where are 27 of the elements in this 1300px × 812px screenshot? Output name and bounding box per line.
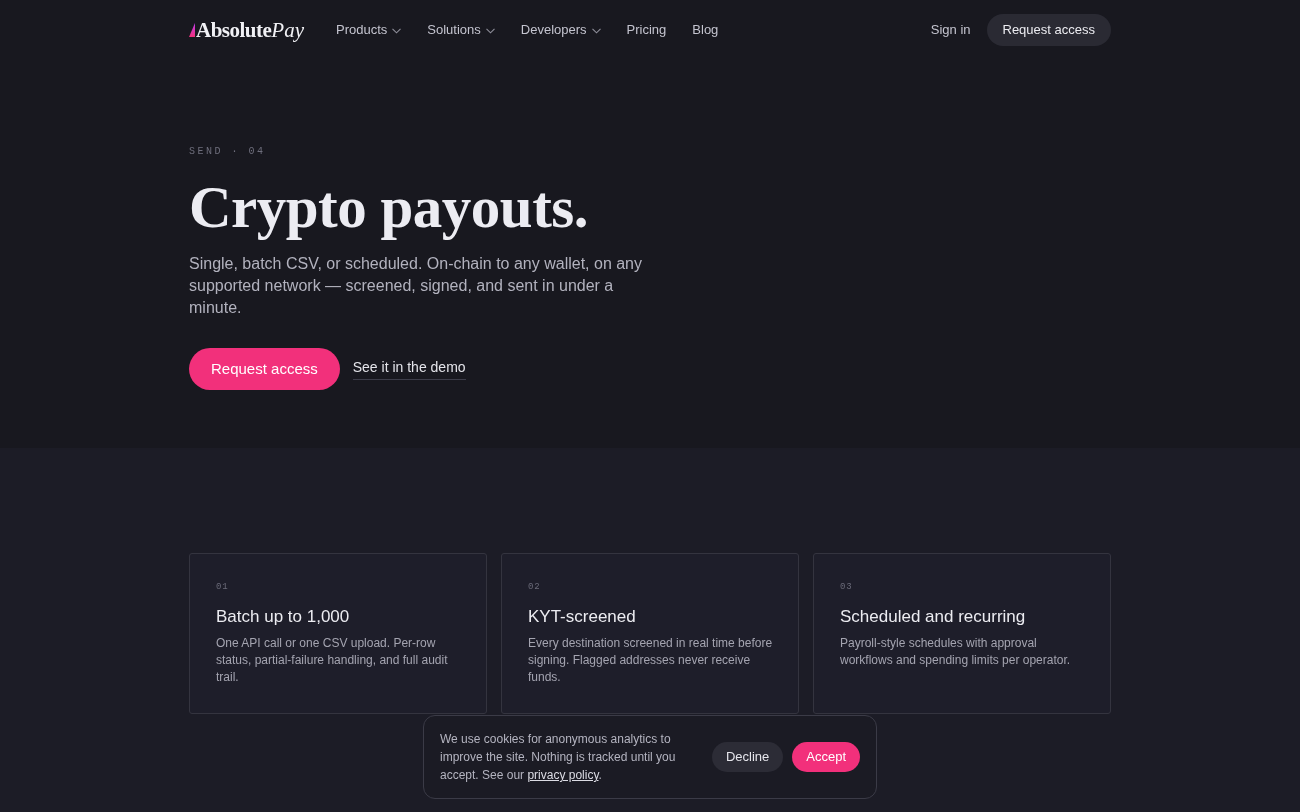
hero-description: Single, batch CSV, or scheduled. On-chain to any wallet, on any supported network — screened, signed, and sent in under a minute.: [189, 254, 643, 318]
cookie-notice: We use cookies for anonymous analytics to improve the site. Nothing is tracked until you accept. See our privacy policy.: [440, 731, 677, 784]
nav-link[interactable]: Developers: [520, 20, 601, 40]
request-access-button[interactable]: Request access: [189, 348, 340, 390]
nav-link[interactable]: Solutions: [427, 20, 495, 40]
card-number: 01: [216, 581, 229, 593]
card-title: Batch up to 1,000: [216, 606, 350, 628]
privacy-policy-link[interactable]: privacy policy: [527, 768, 599, 782]
card-description: Every destination screened in real time before signing. Flagged addresses never receive funds.: [528, 635, 774, 686]
card-number: 03: [840, 581, 853, 593]
decline-button[interactable]: Decline: [711, 742, 784, 772]
card-title: Scheduled and recurring: [840, 606, 1026, 628]
nav-link[interactable]: Pricing: [626, 20, 667, 40]
logo-mark-icon: [189, 23, 195, 37]
nav-link[interactable]: Blog: [692, 20, 719, 40]
brand-logo[interactable]: AbsolutePay: [189, 19, 304, 41]
accept-button[interactable]: Accept: [792, 742, 860, 772]
request-access-button[interactable]: Request access: [986, 14, 1111, 46]
hero-heading: Crypto payouts.: [189, 175, 588, 239]
card-description: One API call or one CSV upload. Per-row status, partial-failure handling, and full audit trail.: [216, 635, 449, 686]
card-title: KYT-screened: [528, 606, 636, 628]
card-number: 02: [528, 581, 541, 593]
sign-in-link[interactable]: Sign in: [930, 20, 971, 40]
section-eyebrow: SEND · 04: [189, 145, 266, 158]
demo-link[interactable]: See it in the demo: [352, 358, 466, 380]
card-description: Payroll-style schedules with approval workflows and spending limits per operator.: [840, 635, 1072, 669]
nav-link[interactable]: Products: [336, 20, 402, 40]
